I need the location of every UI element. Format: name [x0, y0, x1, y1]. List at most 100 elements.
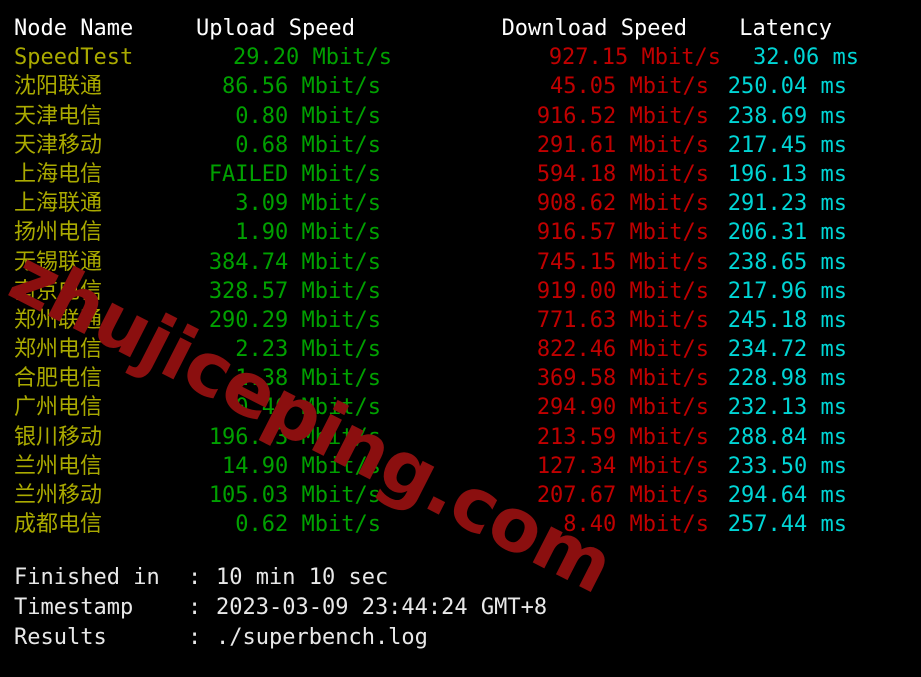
download-speed-cell: 213.59 Mbit/s: [536, 424, 709, 450]
node-name-cell: 兰州电信: [14, 453, 103, 479]
upload-speed-cell: 3.09 Mbit/s: [235, 191, 381, 217]
node-name-cell: 沈阳联通: [14, 74, 103, 100]
download-speed-cell: 369.58 Mbit/s: [536, 366, 709, 392]
download-speed-cell: 8.40 Mbit/s: [563, 512, 709, 538]
summary-row: Timestamp:2023-03-09 23:44:24 GMT+8: [14, 593, 547, 623]
download-speed-cell: 127.34 Mbit/s: [536, 453, 709, 479]
latency-cell: 228.98 ms: [727, 366, 847, 392]
table-row: 天津电信 0.80 Mbit/s 916.52 Mbit/s 238.69 ms: [0, 102, 921, 131]
latency-cell: 232.13 ms: [727, 395, 847, 421]
divider-top: ----------------------------------------…: [0, 1, 921, 4]
latency-cell: 217.45 ms: [727, 132, 847, 158]
node-name-cell: 郑州电信: [14, 337, 103, 363]
table-row: 南京电信 328.57 Mbit/s 919.00 Mbit/s 217.96 ms: [0, 277, 921, 306]
node-name-cell: 合肥电信: [14, 366, 103, 392]
upload-speed-cell: 86.56 Mbit/s: [222, 74, 381, 100]
summary-row: Results: ./superbench.log: [14, 623, 547, 653]
latency-cell: 206.31 ms: [727, 220, 847, 246]
table-row: 郑州联通 290.29 Mbit/s 771.63 Mbit/s 245.18 ms: [0, 306, 921, 335]
download-speed-cell: 916.52 Mbit/s: [536, 103, 709, 129]
summary-value: 2023-03-09 23:44:24 GMT+8: [216, 595, 548, 620]
download-speed-cell: 927.15 Mbit/s: [548, 45, 721, 71]
download-speed-cell: 207.67 Mbit/s: [536, 483, 709, 508]
download-speed-cell: 822.46 Mbit/s: [536, 337, 709, 363]
latency-cell: 233.50 ms: [727, 453, 847, 479]
upload-speed-cell: 384.74 Mbit/s: [208, 249, 381, 275]
summary-label: Timestamp: [14, 595, 134, 620]
upload-speed-cell: 14.90 Mbit/s: [222, 453, 381, 479]
node-name-cell: 上海电信: [14, 161, 103, 187]
latency-cell: 257.44 ms: [727, 512, 847, 538]
latency-cell: 238.65 ms: [727, 249, 847, 275]
upload-speed-cell: FAILED Mbit/s: [208, 161, 381, 187]
table-row: 扬州电信 1.90 Mbit/s 916.57 Mbit/s 206.31 ms: [0, 218, 921, 247]
latency-cell: 217.96 ms: [727, 278, 847, 304]
upload-speed-cell: 1.38 Mbit/s: [235, 366, 381, 392]
divider-bottom: ----------------------------------------…: [0, 664, 921, 667]
table-body: SpeedTest 29.20 Mbit/s 927.15 Mbit/s 32.06 …: [0, 43, 921, 539]
benchmark-table: Node Name Upload Speed Download Speed La…: [0, 14, 921, 539]
summary-label: Finished in: [14, 565, 160, 590]
upload-speed-cell: 0.80 Mbit/s: [235, 103, 381, 129]
download-speed-cell: 771.63 Mbit/s: [536, 307, 709, 333]
latency-cell: 250.04 ms: [727, 74, 847, 100]
upload-speed-cell: 1.90 Mbit/s: [235, 220, 381, 246]
download-speed-cell: 291.61 Mbit/s: [536, 132, 709, 158]
latency-cell: 288.84 ms: [727, 424, 847, 450]
table-row: 兰州电信 14.90 Mbit/s 127.34 Mbit/s 233.50 ms: [0, 452, 921, 481]
download-speed-cell: 916.57 Mbit/s: [536, 220, 709, 246]
summary-row: Finished in:10 min 10 sec: [14, 563, 547, 593]
upload-speed-cell: 0.46 Mbit/s: [235, 395, 381, 421]
table-row: 上海电信 FAILED Mbit/s 594.18 Mbit/s 196.13 ms: [0, 160, 921, 189]
upload-speed-cell: 29.20 Mbit/s: [233, 45, 392, 71]
table-row: 合肥电信 1.38 Mbit/s 369.58 Mbit/s 228.98 ms: [0, 364, 921, 393]
node-name-cell: 天津电信: [14, 103, 103, 129]
latency-cell: 245.18 ms: [727, 307, 847, 333]
upload-speed-cell: 290.29 Mbit/s: [208, 307, 381, 333]
node-name-cell: 成都电信: [14, 512, 103, 538]
node-name-cell: SpeedTest: [14, 45, 134, 71]
upload-speed-cell: 2.23 Mbit/s: [235, 337, 381, 363]
table-row: 天津移动 0.68 Mbit/s 291.61 Mbit/s 217.45 ms: [0, 131, 921, 160]
table-row: 上海联通 3.09 Mbit/s 908.62 Mbit/s 291.23 ms: [0, 189, 921, 218]
node-name-cell: 郑州联通: [14, 307, 103, 333]
node-name-cell: 无锡联通: [14, 249, 103, 275]
latency-cell: 32.06 ms: [753, 45, 859, 71]
node-name-cell: 扬州电信: [14, 220, 103, 246]
node-name-cell: 广州电信: [14, 395, 103, 421]
table-row: 成都电信 0.62 Mbit/s 8.40 Mbit/s 257.44 ms: [0, 510, 921, 539]
latency-cell: 196.13 ms: [727, 161, 847, 187]
summary-label: Results: [14, 625, 107, 650]
table-row: 兰州移动 105.03 Mbit/s 207.67 Mbit/s 294.64 ms: [0, 481, 921, 510]
summary-value: ./superbench.log: [216, 625, 428, 650]
summary-value: 10 min 10 sec: [216, 565, 389, 590]
table-row: 无锡联通 384.74 Mbit/s 745.15 Mbit/s 238.65 ms: [0, 248, 921, 277]
download-speed-cell: 745.15 Mbit/s: [536, 249, 709, 275]
column-header-latency: Latency: [739, 16, 832, 41]
download-speed-cell: 908.62 Mbit/s: [536, 191, 709, 217]
latency-cell: 234.72 ms: [727, 337, 847, 363]
upload-speed-cell: 0.68 Mbit/s: [235, 132, 381, 158]
table-row: 郑州电信 2.23 Mbit/s 822.46 Mbit/s 234.72 ms: [0, 335, 921, 364]
download-speed-cell: 594.18 Mbit/s: [536, 161, 709, 187]
column-header-upload-speed: Upload Speed: [196, 16, 355, 41]
node-name-cell: 天津移动: [14, 132, 103, 158]
latency-cell: 238.69 ms: [727, 103, 847, 129]
node-name-cell: 南京电信: [14, 278, 103, 304]
table-row: SpeedTest 29.20 Mbit/s 927.15 Mbit/s 32.06 …: [0, 43, 921, 72]
table-row: 银川移动 196.03 Mbit/s 213.59 Mbit/s 288.84 ms: [0, 423, 921, 452]
terminal-screen: ----------------------------------------…: [0, 0, 921, 677]
table-row: 广州电信 0.46 Mbit/s 294.90 Mbit/s 232.13 ms: [0, 393, 921, 422]
latency-cell: 291.23 ms: [727, 191, 847, 217]
divider-middle: ----------------------------------------…: [0, 552, 921, 555]
summary-footer: Finished in:10 min 10 sec Timestamp:2023-…: [14, 563, 547, 653]
upload-speed-cell: 328.57 Mbit/s: [208, 278, 381, 304]
upload-speed-cell: 196.03 Mbit/s: [208, 424, 381, 450]
download-speed-cell: 919.00 Mbit/s: [536, 278, 709, 304]
column-header-download-speed: Download Speed: [501, 16, 687, 41]
upload-speed-cell: 105.03 Mbit/s: [208, 483, 381, 508]
node-name-cell: 上海联通: [14, 191, 103, 217]
table-row: 沈阳联通 86.56 Mbit/s 45.05 Mbit/s 250.04 ms: [0, 72, 921, 101]
node-name-cell: 银川移动: [14, 424, 103, 450]
upload-speed-cell: 0.62 Mbit/s: [235, 512, 381, 538]
